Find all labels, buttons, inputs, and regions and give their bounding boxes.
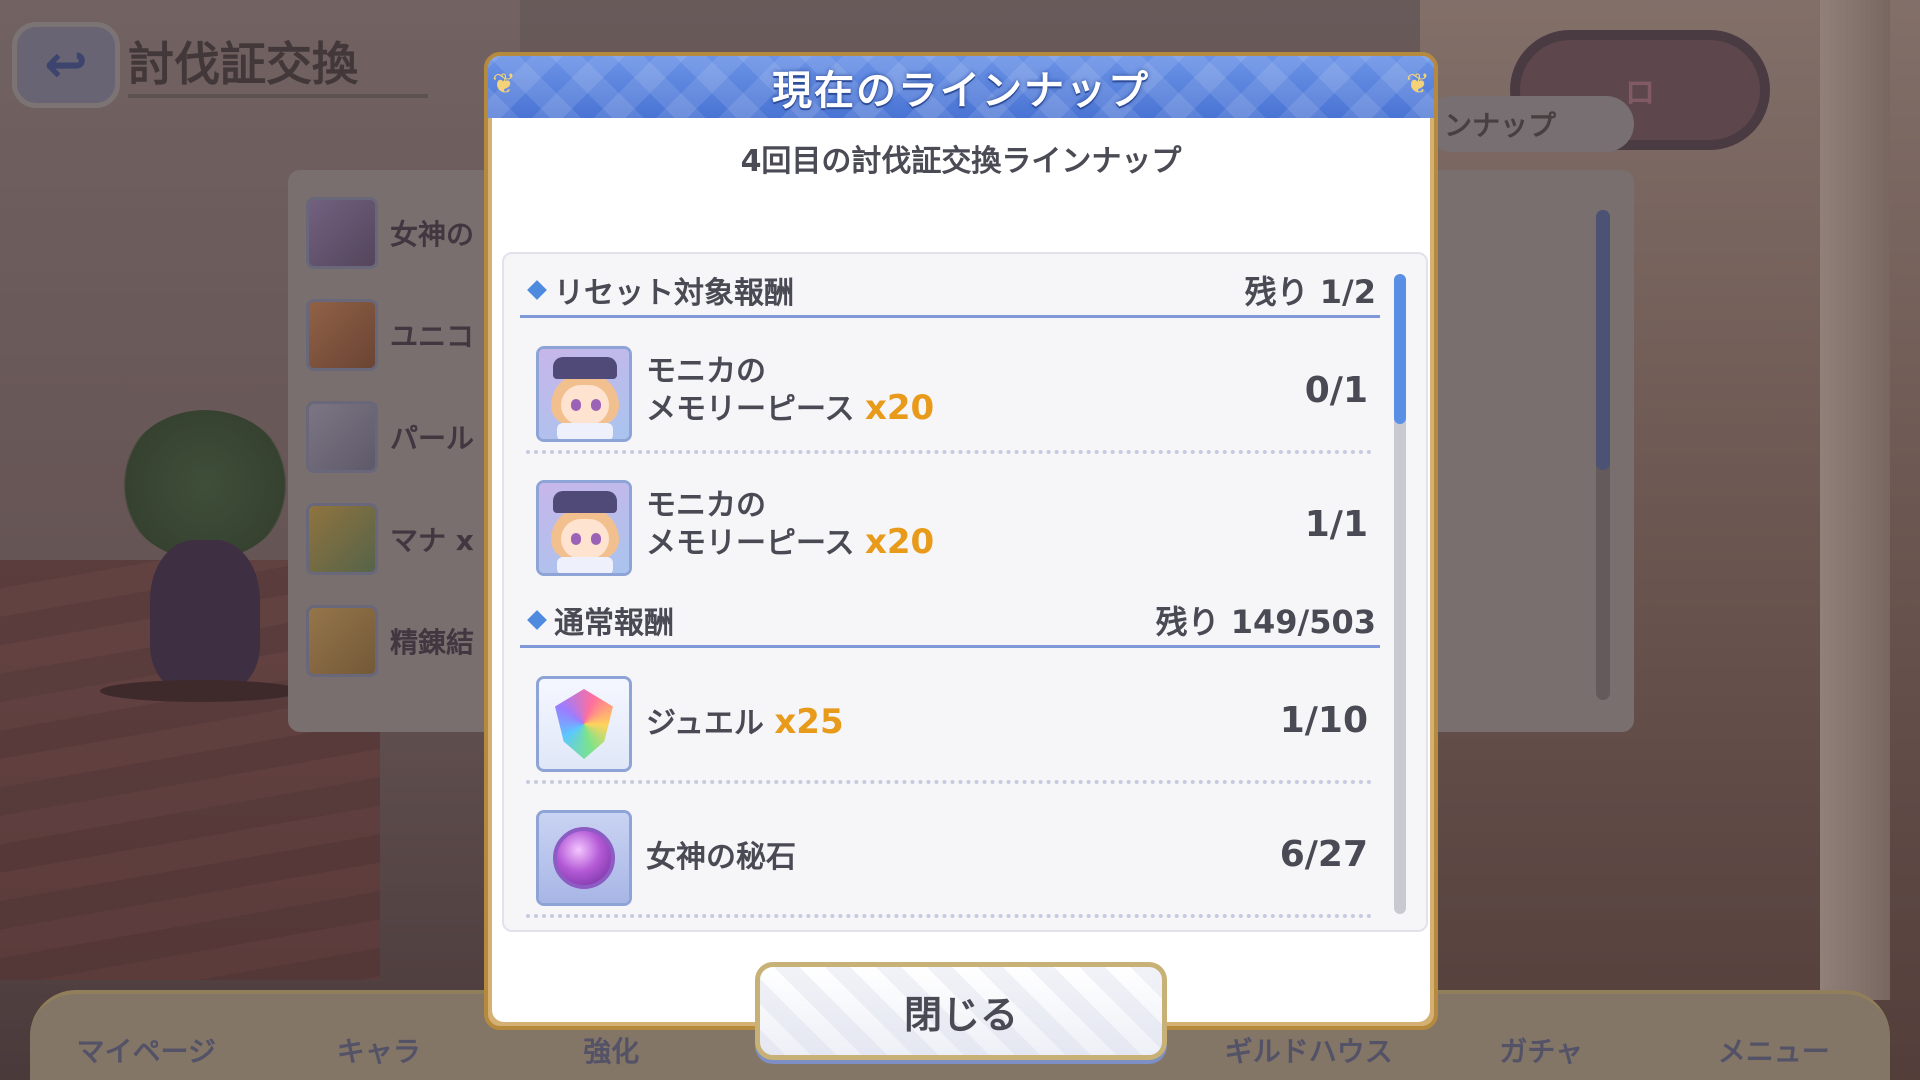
reward-row: モニカの メモリーピース x20 0/1: [512, 320, 1378, 454]
dialog-title: 現在のラインナップ: [772, 68, 1150, 114]
reward-name: ジュエル x25: [646, 704, 1146, 742]
dotted-divider: [526, 914, 1372, 918]
section-title: リセット対象報酬: [554, 275, 794, 311]
section-remaining: 残り 149/503: [1155, 602, 1376, 641]
reward-name-text: ジュエル: [646, 706, 775, 741]
lineup-list-panel[interactable]: リセット対象報酬 残り 1/2 モニカの メモリーピース x20 0/1 モニカ…: [502, 252, 1428, 932]
monica-memory-piece-icon: [536, 346, 632, 442]
close-button[interactable]: 閉じる: [755, 962, 1167, 1060]
ornament-icon: ❦: [1406, 67, 1430, 100]
reward-row: モニカの メモリーピース x20 1/1: [512, 454, 1378, 588]
reward-name-line2: メモリーピース: [646, 526, 865, 561]
diamond-bullet-icon: [527, 609, 547, 630]
lineup-scrollbar-thumb[interactable]: [1394, 274, 1406, 424]
section-header-reset-rewards: リセット対象報酬 残り 1/2: [520, 264, 1380, 318]
ornament-icon: ❦: [492, 67, 516, 100]
reward-exchange-count: 1/1: [1304, 504, 1368, 545]
reward-name: モニカの メモリーピース x20: [646, 354, 1146, 428]
dialog-body: 4回目の討伐証交換ラインナップ リセット対象報酬 残り 1/2 モニカの メモリ…: [492, 118, 1430, 1060]
reward-exchange-count: 1/10: [1279, 700, 1368, 741]
goddess-stone-icon: [536, 810, 632, 906]
reward-exchange-count: 6/27: [1279, 834, 1368, 875]
reward-quantity: x25: [774, 702, 844, 742]
dialog-subtitle: 4回目の討伐証交換ラインナップ: [740, 144, 1182, 179]
lineup-scrollbar[interactable]: [1394, 274, 1406, 914]
monica-memory-piece-icon: [536, 480, 632, 576]
reward-name: 女神の秘石: [646, 838, 1146, 876]
reward-exchange-count: 0/1: [1304, 370, 1368, 411]
section-title: 通常報酬: [554, 605, 674, 641]
section-header-normal-rewards: 通常報酬 残り 149/503: [520, 594, 1380, 648]
reward-quantity: x20: [864, 522, 935, 562]
reward-name-line1: モニカの: [646, 354, 766, 389]
jewel-icon: [536, 676, 632, 772]
reward-name-line2: メモリーピース: [646, 392, 865, 427]
reward-quantity: x20: [864, 388, 935, 428]
reward-name-text: 女神の秘石: [646, 840, 796, 875]
reward-name: モニカの メモリーピース x20: [646, 488, 1146, 562]
lineup-list: リセット対象報酬 残り 1/2 モニカの メモリーピース x20 0/1 モニカ…: [512, 254, 1380, 930]
reward-row: ジュエル x25 1/10: [512, 650, 1378, 784]
dialog-header: 現在のラインナップ: [488, 56, 1434, 118]
diamond-bullet-icon: [527, 279, 547, 300]
section-remaining: 残り 1/2: [1244, 272, 1376, 311]
lineup-dialog: 現在のラインナップ ❦ ❦ 4回目の討伐証交換ラインナップ リセット対象報酬 残…: [484, 52, 1438, 1060]
reward-row: 女神の秘石 6/27: [512, 784, 1378, 918]
reward-name-line1: モニカの: [646, 488, 766, 523]
